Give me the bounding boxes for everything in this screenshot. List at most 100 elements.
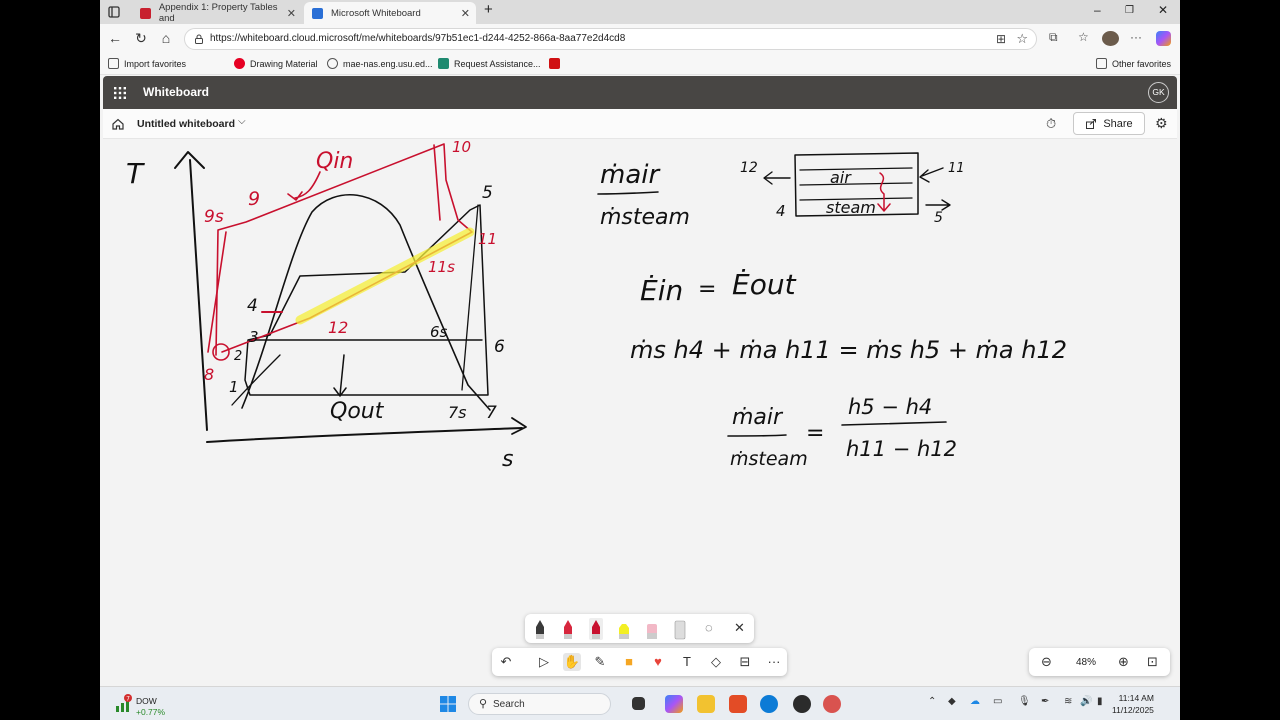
chrome-icon[interactable] — [793, 695, 811, 713]
microphone-icon[interactable]: 🎙 — [1018, 696, 1031, 707]
search-icon: ⚲ — [479, 698, 488, 710]
dropbox-icon[interactable]: ◆ — [948, 696, 956, 707]
close-tab-icon[interactable]: ✕ — [287, 7, 296, 20]
shapes-icon[interactable]: ◇ — [707, 653, 725, 671]
undo-icon[interactable]: ↶ — [497, 653, 515, 671]
chevron-up-icon[interactable]: ⌃ — [928, 696, 936, 707]
other-favorites[interactable]: Other favorites — [1096, 58, 1171, 69]
final-ratio-numerator: ṁair — [732, 405, 784, 430]
hx-label-steam: steam — [826, 198, 876, 217]
edge-icon[interactable] — [760, 695, 778, 713]
energy-balance: ṁs h4 + ṁa h11 = ṁs h5 + ṁa h12 — [630, 336, 1067, 364]
wifi-icon[interactable]: ≋ — [1064, 696, 1072, 707]
app-launcher-icon[interactable] — [113, 86, 127, 100]
favorite-lego[interactable] — [549, 58, 565, 69]
system-clock[interactable]: 11:14 AM 11/12/2025 — [1112, 692, 1154, 716]
eraser-icon[interactable] — [645, 618, 659, 640]
windows-start-icon[interactable] — [439, 695, 457, 713]
settings-more-icon[interactable]: ··· — [1130, 30, 1142, 44]
back-button[interactable]: ← — [106, 30, 124, 46]
gear-icon[interactable]: ⚙ — [1155, 115, 1168, 132]
zoom-controls: ⊖ 48% ⊕ ⊡ — [1029, 648, 1170, 676]
pen-tool-icon[interactable]: ✎ — [591, 653, 609, 671]
hx-label-out-bot: 5 — [934, 210, 943, 226]
tab-label: Appendix 1: Property Tables and — [158, 2, 278, 24]
ratio-numerator: ṁair — [600, 160, 661, 190]
pan-hand-icon[interactable]: ✋ — [563, 653, 581, 671]
hx-arrow-out-bot — [925, 199, 951, 211]
battery-icon[interactable]: ▮ — [1097, 696, 1103, 707]
taskbar-search[interactable]: ⚲ Search — [468, 693, 611, 715]
copilot-icon[interactable] — [1156, 31, 1171, 46]
highlighter-icon[interactable] — [617, 618, 631, 640]
favorite-drawing[interactable]: Drawing Material — [234, 58, 318, 69]
tab-actions-icon[interactable] — [106, 4, 122, 20]
red-pen-selected-icon[interactable] — [589, 618, 603, 640]
heat-exchange-highlight — [295, 227, 475, 325]
stock-widget[interactable]: 7 DOW +0.77% — [114, 692, 174, 717]
import-icon — [108, 58, 119, 69]
file-explorer-icon[interactable] — [697, 695, 715, 713]
ts-axis-t — [189, 159, 208, 431]
lasso-icon[interactable]: ◌ — [705, 620, 713, 635]
label-state-12: 12 — [328, 318, 348, 337]
globe-icon — [327, 58, 338, 69]
select-pointer-icon[interactable]: ▷ — [535, 653, 553, 671]
reactions-heart-icon[interactable]: ♥ — [649, 653, 667, 671]
label-state-8: 8 — [204, 365, 214, 384]
fit-to-screen-icon[interactable]: ⊡ — [1147, 654, 1158, 670]
favorite-import[interactable]: Import favorites — [108, 58, 186, 69]
sticky-note-icon[interactable]: ■ — [620, 653, 638, 671]
favorite-request[interactable]: Request Assistance... — [438, 58, 541, 69]
volume-icon[interactable]: 🔊 — [1080, 696, 1092, 707]
close-pen-tray-icon[interactable]: ✕ — [734, 620, 745, 636]
favorite-mae-nas[interactable]: mae-nas.eng.usu.ed... — [327, 58, 433, 69]
minimize-button[interactable]: – — [1094, 3, 1101, 17]
favorite-label: Request Assistance... — [454, 58, 541, 69]
board-title[interactable]: Untitled whiteboard — [137, 118, 235, 130]
whiteboard-canvas[interactable]: T s Qin 10 5 9s 9 11 11s 4 3 12 6s 6 2 8… — [103, 139, 1177, 685]
app-available-icon[interactable]: ⊞ — [996, 32, 1006, 46]
favorites-icon[interactable]: ☆ — [1078, 30, 1089, 44]
pen-icon[interactable]: ✒ — [1041, 696, 1049, 707]
label-state-11s: 11s — [428, 258, 455, 276]
pinterest-icon — [234, 58, 245, 69]
pen-tray: ◌ ✕ — [525, 614, 754, 643]
office-icon[interactable] — [729, 695, 747, 713]
more-tools-icon[interactable]: ··· — [765, 653, 783, 671]
clock-date: 11/12/2025 — [1112, 705, 1154, 715]
extensions-icon[interactable]: ⧉ — [1049, 30, 1058, 45]
tab-whiteboard[interactable]: Microsoft Whiteboard ✕ — [304, 2, 476, 24]
app-icon[interactable] — [823, 695, 841, 713]
address-bar[interactable]: https://whiteboard.cloud.microsoft/me/wh… — [184, 28, 1037, 50]
black-pen-icon[interactable] — [533, 618, 547, 640]
home-button[interactable]: ⌂ — [157, 30, 175, 46]
favorite-star-icon[interactable]: ☆ — [1016, 31, 1028, 47]
zoom-in-icon[interactable]: ⊕ — [1118, 654, 1129, 670]
zoom-out-icon[interactable]: ⊖ — [1041, 654, 1052, 670]
close-window-button[interactable]: ✕ — [1158, 3, 1168, 17]
site-info-icon[interactable] — [193, 33, 205, 45]
user-avatar[interactable]: GK — [1148, 82, 1169, 103]
text-tool-icon[interactable]: T — [678, 653, 696, 671]
hx-label-air: air — [830, 168, 852, 187]
share-icon — [1086, 118, 1097, 129]
timer-icon[interactable]: ⏱ — [1046, 116, 1056, 132]
chevron-down-icon[interactable]: ⌵ — [238, 116, 246, 127]
network-drive-icon[interactable]: ▭ — [993, 696, 1002, 707]
task-view-icon[interactable] — [632, 697, 645, 710]
profile-avatar[interactable] — [1102, 31, 1119, 46]
onedrive-icon[interactable]: ☁ — [970, 696, 980, 707]
restore-button[interactable]: ❐ — [1125, 5, 1134, 16]
red-pen-icon[interactable] — [561, 618, 575, 640]
new-tab-button[interactable]: + — [484, 1, 493, 18]
copilot-taskbar-icon[interactable] — [665, 695, 683, 713]
ruler-icon[interactable] — [673, 618, 687, 640]
templates-icon[interactable]: ⊟ — [736, 653, 754, 671]
home-icon[interactable] — [111, 117, 125, 131]
close-tab-icon[interactable]: ✕ — [461, 7, 470, 20]
taskbar: 7 DOW +0.77% ⚲ Search ⌃ ◆ ☁ ▭ 🎙 ✒ ≋ 🔊 ▮ — [100, 686, 1180, 720]
share-button[interactable]: Share — [1073, 112, 1145, 135]
tab-appendix[interactable]: Appendix 1: Property Tables and ✕ — [132, 2, 302, 24]
refresh-button[interactable]: ↻ — [132, 30, 150, 47]
